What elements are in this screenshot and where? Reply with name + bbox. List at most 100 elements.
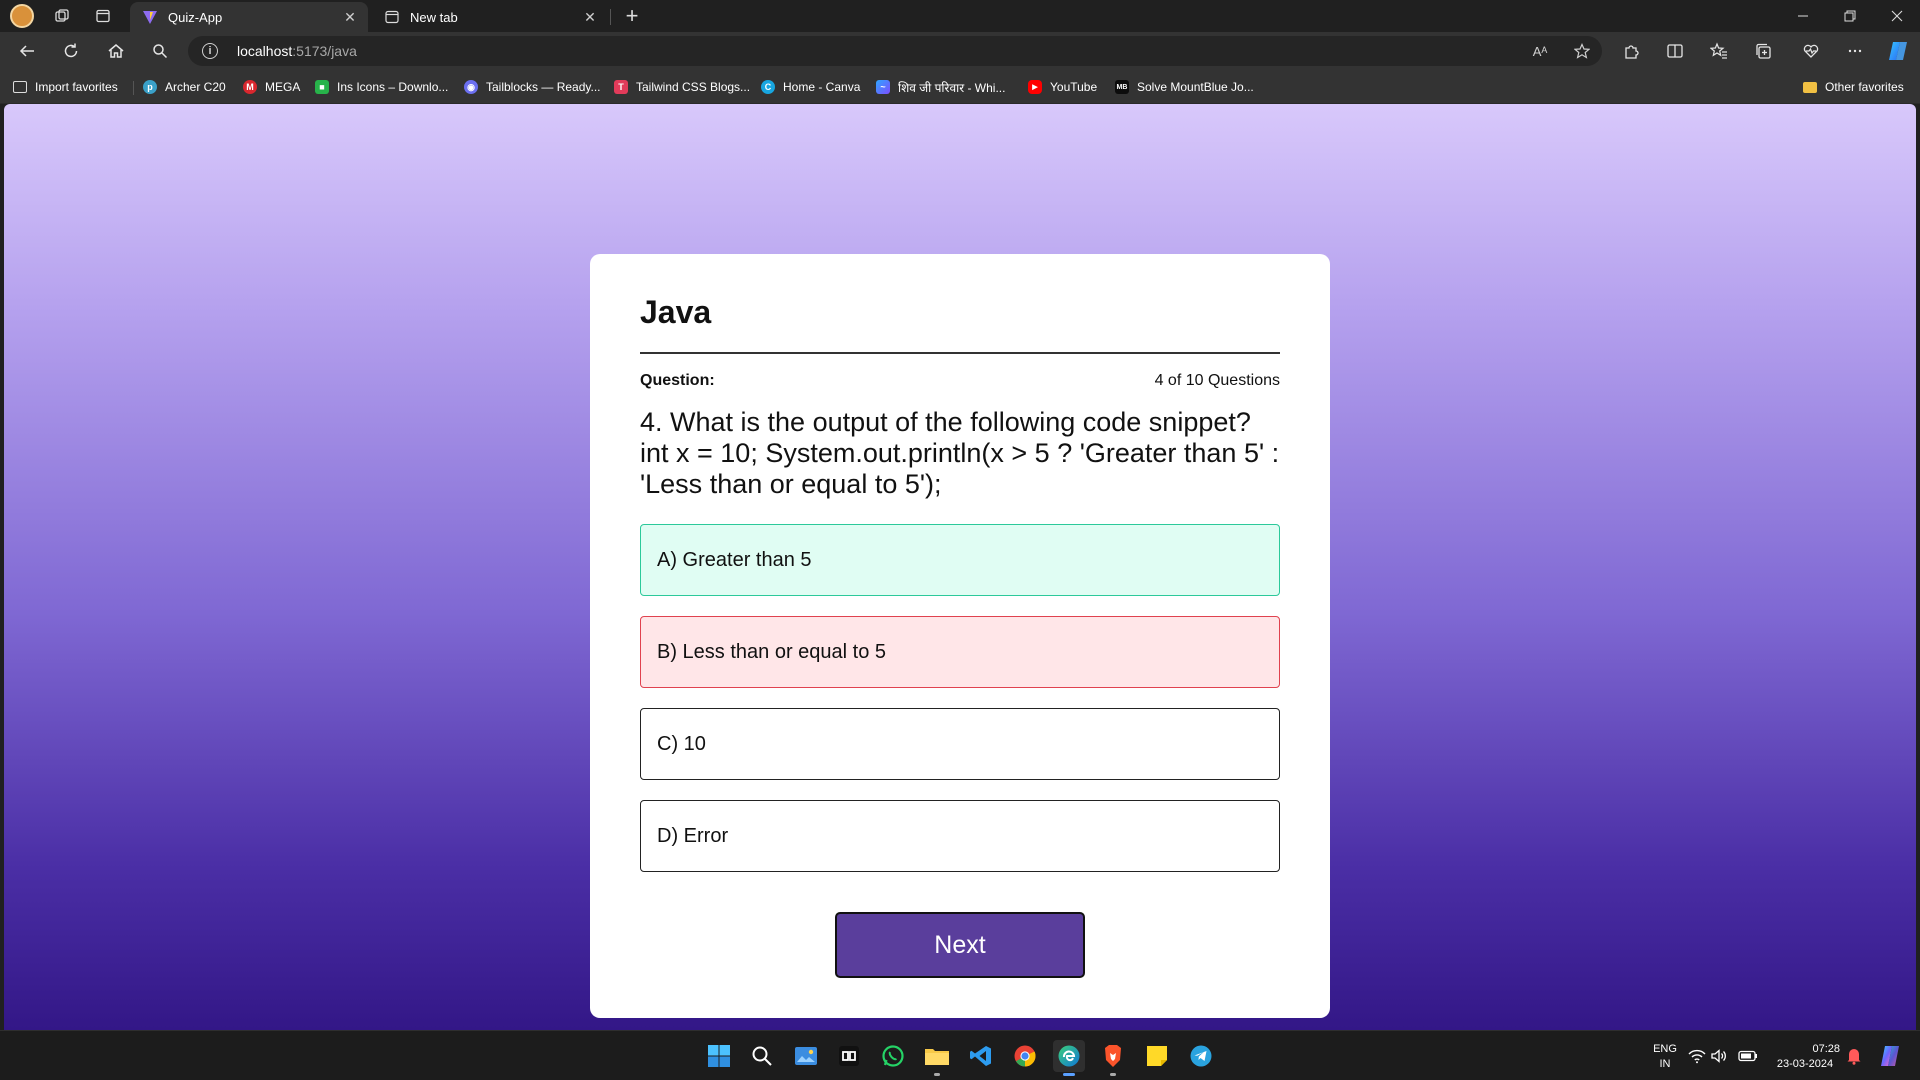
- widgets-icon[interactable]: [790, 1040, 822, 1072]
- tab-actions-icon[interactable]: [91, 4, 115, 28]
- bookmark-tailwind-css-blogs[interactable]: T Tailwind CSS Blogs...: [614, 78, 750, 96]
- bookmark-whimsical[interactable]: ~ शिव जी परिवार - Whi...: [876, 78, 1005, 96]
- bookmark-home-canva[interactable]: C Home - Canva: [761, 78, 860, 96]
- search-icon[interactable]: [146, 37, 174, 65]
- language-code: ENG: [1653, 1043, 1677, 1055]
- brave-icon[interactable]: [1097, 1040, 1129, 1076]
- title-divider: [640, 352, 1280, 354]
- bookmark-label: Home - Canva: [783, 80, 861, 94]
- new-tab-page-icon: [384, 9, 400, 25]
- read-aloud-icon[interactable]: Aᴬ: [1528, 40, 1552, 62]
- running-indicator: [934, 1073, 940, 1076]
- clock-time: 07:28: [1812, 1043, 1840, 1055]
- favorites-icon[interactable]: [1705, 37, 1733, 65]
- collections-icon[interactable]: [1749, 37, 1777, 65]
- language-indicator[interactable]: ENG IN: [1650, 1042, 1680, 1072]
- mega-icon: M: [243, 80, 257, 94]
- tab-strip: Quiz-App ✕ New tab ✕ +: [0, 0, 1920, 32]
- refresh-icon[interactable]: [57, 37, 85, 65]
- start-icon[interactable]: [703, 1040, 735, 1072]
- bookmark-tailblocks[interactable]: ◉ Tailblocks — Ready...: [464, 78, 601, 96]
- whatsapp-icon[interactable]: [877, 1040, 909, 1072]
- address-bar[interactable]: i localhost:5173/java Aᴬ: [188, 36, 1602, 66]
- close-window-icon[interactable]: [1874, 0, 1920, 32]
- profile-avatar[interactable]: [10, 4, 34, 28]
- page-viewport: Java Question: 4 of 10 Questions 4. What…: [4, 104, 1916, 1030]
- insicons-icon: ■: [315, 80, 329, 94]
- bookmark-label: Ins Icons – Downlo...: [337, 80, 449, 94]
- sticky-notes-icon[interactable]: [1141, 1040, 1173, 1072]
- url-text[interactable]: localhost:5173/java: [237, 43, 357, 59]
- battery-icon[interactable]: [1737, 1040, 1759, 1072]
- split-screen-icon[interactable]: [1661, 37, 1689, 65]
- canva-icon: C: [761, 80, 775, 94]
- option-b[interactable]: B) Less than or equal to 5: [640, 616, 1280, 688]
- question-text: 4. What is the output of the following c…: [640, 407, 1280, 499]
- bookmark-label: YouTube: [1050, 80, 1098, 94]
- bookmark-label: Other favorites: [1825, 80, 1904, 94]
- app-dark-icon[interactable]: [833, 1040, 865, 1072]
- edge-icon[interactable]: [1053, 1040, 1085, 1076]
- copilot-icon[interactable]: [1884, 37, 1912, 65]
- tailwind-icon: T: [614, 80, 628, 94]
- quiz-card: Java Question: 4 of 10 Questions 4. What…: [590, 254, 1330, 1018]
- new-tab-button[interactable]: +: [620, 4, 644, 28]
- url-path: :5173/java: [292, 43, 357, 59]
- bookmark-ins-icons[interactable]: ■ Ins Icons – Downlo...: [315, 78, 448, 96]
- bookmark-youtube[interactable]: ▶ YouTube: [1028, 78, 1097, 96]
- option-a[interactable]: A) Greater than 5: [640, 524, 1280, 596]
- bookmark-divider: [133, 81, 134, 95]
- vscode-icon[interactable]: [965, 1040, 997, 1072]
- folder-icon: [1803, 81, 1817, 93]
- tab-new-tab[interactable]: New tab ✕: [372, 2, 608, 32]
- next-button[interactable]: Next: [835, 912, 1085, 978]
- minimize-icon[interactable]: [1780, 0, 1826, 32]
- vite-icon: [142, 9, 158, 25]
- url-host: localhost: [237, 43, 293, 59]
- question-label: Question:: [640, 372, 715, 389]
- bookmark-label: Tailblocks — Ready...: [486, 80, 601, 94]
- file-explorer-icon[interactable]: [921, 1040, 953, 1076]
- back-icon[interactable]: [13, 37, 41, 65]
- workspaces-icon[interactable]: [50, 4, 74, 28]
- tailblocks-icon: ◉: [464, 80, 478, 94]
- taskbar-search-icon[interactable]: [746, 1040, 778, 1072]
- restore-icon[interactable]: [1827, 0, 1873, 32]
- mountblue-icon: MB: [1115, 80, 1129, 94]
- close-tab-icon[interactable]: ✕: [342, 9, 358, 25]
- bookmark-mountblue[interactable]: MB Solve MountBlue Jo...: [1115, 78, 1254, 96]
- bookmark-import-favorites[interactable]: Import favorites: [13, 78, 118, 96]
- quiz-title: Java: [640, 294, 712, 330]
- tab-title: Quiz-App: [168, 9, 223, 25]
- close-tab-icon[interactable]: ✕: [582, 9, 598, 25]
- region-code: IN: [1659, 1058, 1671, 1070]
- tab-quiz-app[interactable]: Quiz-App ✕: [130, 2, 368, 32]
- telegram-icon[interactable]: [1185, 1040, 1217, 1072]
- bookmark-other-favorites[interactable]: Other favorites: [1803, 78, 1904, 96]
- volume-icon[interactable]: [1708, 1040, 1730, 1072]
- extensions-icon[interactable]: [1617, 37, 1645, 65]
- more-menu-icon[interactable]: [1841, 37, 1869, 65]
- bookmark-label: Tailwind CSS Blogs...: [636, 80, 751, 94]
- favorite-star-icon[interactable]: [1570, 40, 1594, 62]
- wifi-icon[interactable]: [1686, 1040, 1708, 1072]
- clock-date: 23-03-2024: [1776, 1058, 1834, 1070]
- home-icon[interactable]: [102, 37, 130, 65]
- notification-bell-icon[interactable]: [1843, 1040, 1865, 1072]
- bookmark-archer-c20[interactable]: p Archer C20: [143, 78, 226, 96]
- tab-divider: [610, 9, 611, 25]
- option-c[interactable]: C) 10: [640, 708, 1280, 780]
- chrome-icon[interactable]: [1009, 1040, 1041, 1072]
- tplink-icon: p: [143, 80, 157, 94]
- import-icon: [13, 81, 27, 93]
- site-info-icon[interactable]: i: [202, 43, 218, 59]
- bookmark-label: Import favorites: [35, 80, 118, 94]
- favorites-bar: Import favorites p Archer C20 M MEGA ■ I…: [0, 70, 1920, 104]
- bookmark-label: MEGA: [265, 80, 301, 94]
- option-d[interactable]: D) Error: [640, 800, 1280, 872]
- copilot-taskbar-icon[interactable]: [1874, 1040, 1906, 1072]
- browser-essentials-icon[interactable]: [1797, 37, 1825, 65]
- clock[interactable]: 07:28 23-03-2024: [1770, 1042, 1840, 1072]
- bookmark-mega[interactable]: M MEGA: [243, 78, 300, 96]
- whimsical-icon: ~: [876, 80, 890, 94]
